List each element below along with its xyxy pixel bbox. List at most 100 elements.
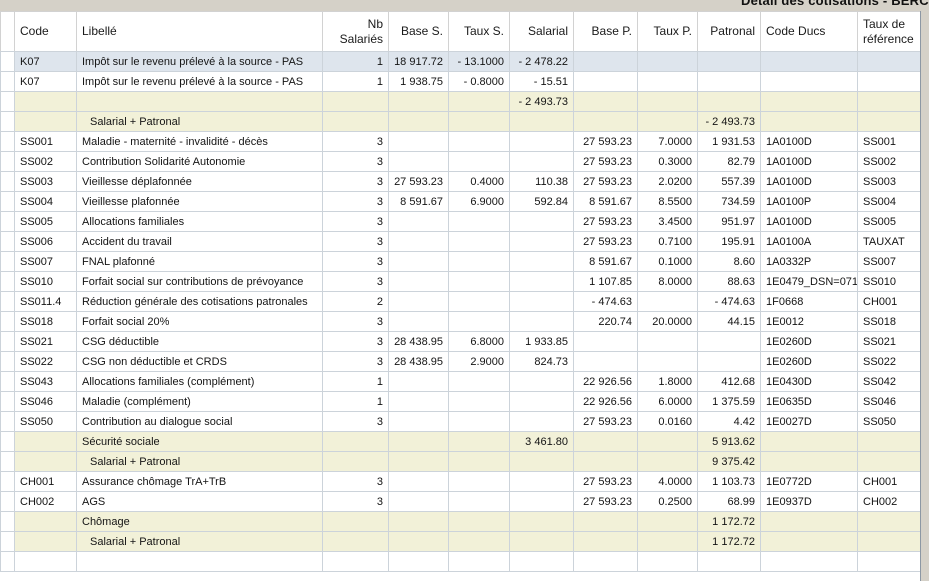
cell-code: K07 bbox=[14, 71, 77, 92]
table-row[interactable]: SS002 Contribution Solidarité Autonomie 3 2… bbox=[0, 151, 921, 172]
table-row[interactable]: Salarial + Patronal - 2 493.73 bbox=[0, 111, 921, 132]
cell-base_p: 27 593.23 bbox=[573, 171, 638, 192]
table-row[interactable]: Sécurité sociale 3 461.80 5 913.62 bbox=[0, 431, 921, 452]
cell-nb bbox=[322, 511, 389, 532]
cell-code bbox=[14, 431, 77, 452]
cell-code_ducs bbox=[760, 551, 858, 572]
cell-taux_s bbox=[448, 91, 510, 112]
cell-taux_p: 8.0000 bbox=[637, 271, 698, 292]
cotisations-table: Code Libellé Nb Salariés Base S. Taux S. Sala… bbox=[0, 11, 921, 572]
cell-nb bbox=[322, 91, 389, 112]
table-row[interactable]: SS007 FNAL plafonné 3 8 591.67 0.1000 8.60 1A0… bbox=[0, 251, 921, 272]
table-row[interactable]: K07 Impôt sur le revenu prélevé à la sour… bbox=[0, 51, 921, 72]
row-gutter bbox=[0, 251, 15, 272]
cell-taux_p: 7.0000 bbox=[637, 131, 698, 152]
cell-taux_p bbox=[637, 531, 698, 552]
table-row[interactable]: Salarial + Patronal 1 172.72 bbox=[0, 531, 921, 552]
cell-taux_ref: SS050 bbox=[857, 411, 921, 432]
table-row[interactable]: CH001 Assurance chômage TrA+TrB 3 27 593.23… bbox=[0, 471, 921, 492]
cell-salarial bbox=[509, 391, 574, 412]
cell-code_ducs bbox=[760, 91, 858, 112]
column-header-base_s[interactable]: Base S. bbox=[388, 11, 449, 52]
table-row[interactable]: SS004 Vieillesse plafonnée 3 8 591.67 6.9000… bbox=[0, 191, 921, 212]
column-header-base_p[interactable]: Base P. bbox=[573, 11, 638, 52]
table-row[interactable]: SS018 Forfait social 20% 3 220.74 20.0000 44.… bbox=[0, 311, 921, 332]
table-row[interactable]: SS005 Allocations familiales 3 27 593.23 3.4… bbox=[0, 211, 921, 232]
cell-base_s bbox=[388, 511, 449, 532]
cell-patronal bbox=[697, 91, 761, 112]
table-row[interactable]: SS021 CSG déductible 3 28 438.95 6.8000 1 933… bbox=[0, 331, 921, 352]
cell-taux_s bbox=[448, 551, 510, 572]
cell-taux_ref: SS007 bbox=[857, 251, 921, 272]
table-row[interactable]: SS011.4 Réduction générale des cotisation… bbox=[0, 291, 921, 312]
cell-code: SS004 bbox=[14, 191, 77, 212]
cell-code_ducs: 1A0100P bbox=[760, 191, 858, 212]
column-header-code_ducs[interactable]: Code Ducs bbox=[760, 11, 858, 52]
cell-taux_ref bbox=[857, 451, 921, 472]
cell-nb: 3 bbox=[322, 211, 389, 232]
cell-taux_p: 3.4500 bbox=[637, 211, 698, 232]
column-header-taux_ref[interactable]: Taux de référence bbox=[857, 11, 921, 52]
cell-nb bbox=[322, 111, 389, 132]
cell-libelle: CSG non déductible et CRDS bbox=[76, 351, 323, 372]
cell-nb bbox=[322, 451, 389, 472]
cell-salarial: - 2 493.73 bbox=[509, 91, 574, 112]
row-gutter bbox=[0, 191, 15, 212]
table-row[interactable]: SS003 Vieillesse déplafonnée 3 27 593.23 0.4… bbox=[0, 171, 921, 192]
cell-taux_ref: CH001 bbox=[857, 291, 921, 312]
column-header-libelle[interactable]: Libellé bbox=[76, 11, 323, 52]
cell-salarial bbox=[509, 531, 574, 552]
table-row[interactable]: K07 Impôt sur le revenu prélevé à la sour… bbox=[0, 71, 921, 92]
cell-base_s bbox=[388, 151, 449, 172]
cell-nb: 1 bbox=[322, 391, 389, 412]
cell-patronal bbox=[697, 551, 761, 572]
table-row[interactable]: Chômage 1 172.72 bbox=[0, 511, 921, 532]
cell-libelle: Maladie (complément) bbox=[76, 391, 323, 412]
table-row[interactable]: SS046 Maladie (complément) 1 22 926.56 6.000… bbox=[0, 391, 921, 412]
cell-patronal: 1 103.73 bbox=[697, 471, 761, 492]
cell-patronal: 951.97 bbox=[697, 211, 761, 232]
cell-salarial: - 2 478.22 bbox=[509, 51, 574, 72]
cell-base_p bbox=[573, 551, 638, 572]
table-row[interactable]: Salarial + Patronal 9 375.42 bbox=[0, 451, 921, 472]
column-header-taux_p[interactable]: Taux P. bbox=[637, 11, 698, 52]
right-window-edge bbox=[920, 11, 929, 581]
cell-code_ducs bbox=[760, 511, 858, 532]
cell-taux_p bbox=[637, 51, 698, 72]
cell-taux_ref: SS022 bbox=[857, 351, 921, 372]
cell-taux_ref bbox=[857, 511, 921, 532]
cell-taux_ref: CH001 bbox=[857, 471, 921, 492]
table-row[interactable]: SS022 CSG non déductible et CRDS 3 28 438.9… bbox=[0, 351, 921, 372]
column-header-salarial[interactable]: Salarial bbox=[509, 11, 574, 52]
cell-taux_p: 0.0160 bbox=[637, 411, 698, 432]
table-row[interactable]: SS043 Allocations familiales (complément)… bbox=[0, 371, 921, 392]
cell-libelle: CSG déductible bbox=[76, 331, 323, 352]
table-row[interactable] bbox=[0, 551, 921, 572]
row-gutter bbox=[0, 351, 15, 372]
table-row[interactable]: - 2 493.73 bbox=[0, 91, 921, 112]
table-row[interactable]: SS001 Maladie - maternité - invalidité - … bbox=[0, 131, 921, 152]
cell-nb: 3 bbox=[322, 231, 389, 252]
table-row[interactable]: SS010 Forfait social sur contributions de… bbox=[0, 271, 921, 292]
cell-salarial bbox=[509, 291, 574, 312]
cell-taux_s bbox=[448, 371, 510, 392]
cell-code: SS022 bbox=[14, 351, 77, 372]
column-header-code[interactable]: Code bbox=[14, 11, 77, 52]
column-header-nb[interactable]: Nb Salariés bbox=[322, 11, 389, 52]
cell-base_p bbox=[573, 511, 638, 532]
column-header-taux_s[interactable]: Taux S. bbox=[448, 11, 510, 52]
cell-salarial bbox=[509, 471, 574, 492]
cell-patronal bbox=[697, 331, 761, 352]
cell-base_s: 8 591.67 bbox=[388, 191, 449, 212]
cell-base_p: 27 593.23 bbox=[573, 131, 638, 152]
table-row[interactable]: SS050 Contribution au dialogue social 3 27 … bbox=[0, 411, 921, 432]
cell-taux_s: - 13.1000 bbox=[448, 51, 510, 72]
cell-libelle: Forfait social 20% bbox=[76, 311, 323, 332]
table-row[interactable]: SS006 Accident du travail 3 27 593.23 0.7100… bbox=[0, 231, 921, 252]
cell-base_s bbox=[388, 451, 449, 472]
column-header-patronal[interactable]: Patronal bbox=[697, 11, 761, 52]
cell-code: K07 bbox=[14, 51, 77, 72]
table-row[interactable]: CH002 AGS 3 27 593.23 0.2500 68.99 1E0937D CH00… bbox=[0, 491, 921, 512]
cell-taux_s bbox=[448, 131, 510, 152]
cell-patronal: 1 172.72 bbox=[697, 531, 761, 552]
